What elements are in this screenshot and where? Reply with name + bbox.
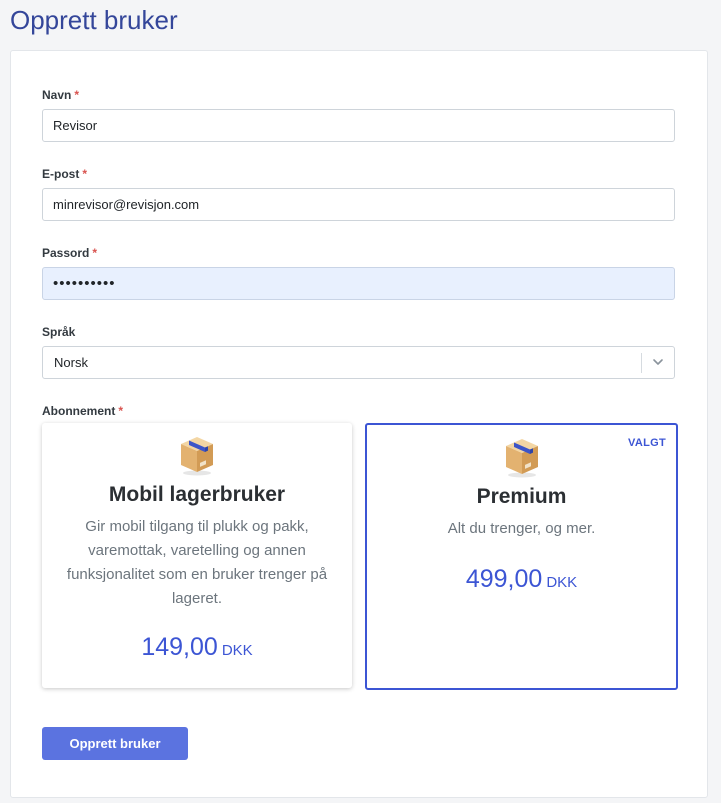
name-input[interactable] — [42, 109, 675, 142]
select-divider — [641, 353, 642, 373]
email-label: E-post * — [42, 167, 88, 181]
email-input[interactable] — [42, 188, 675, 221]
subscription-label: Abonnement * — [42, 404, 124, 418]
plan-price-amount: 499,00 — [465, 565, 543, 593]
create-user-button[interactable]: Opprett bruker — [42, 727, 188, 760]
required-marker: * — [92, 246, 98, 260]
plan-price-currency: DKK — [546, 574, 578, 591]
password-input[interactable] — [42, 267, 675, 300]
name-field-group: Navn * — [42, 87, 675, 142]
name-label: Navn * — [42, 88, 80, 102]
required-marker: * — [74, 88, 80, 102]
page-title: Opprett bruker — [10, 5, 178, 35]
password-label: Passord * — [42, 246, 98, 260]
plan-card-premium[interactable]: VALGT Premium Alt du trenger, og mer. 49… — [365, 423, 678, 690]
chevron-down-icon — [653, 359, 663, 365]
plan-price-currency: DKK — [221, 642, 253, 659]
language-field-group: Språk Norsk — [42, 324, 675, 379]
subscription-field-group: Abonnement * — [42, 403, 675, 419]
plan-price: 149,00 DKK — [42, 633, 352, 662]
plan-name: Premium — [476, 485, 567, 508]
required-marker: * — [82, 167, 88, 181]
selected-badge: VALGT — [628, 437, 666, 449]
plan-card-mobil-lagerbruker[interactable]: Mobil lagerbruker Gir mobil tilgang til … — [42, 423, 352, 688]
language-select[interactable]: Norsk — [42, 346, 675, 379]
subscription-plans: Mobil lagerbruker Gir mobil tilgang til … — [42, 423, 678, 691]
plan-price-amount: 149,00 — [141, 633, 218, 661]
language-label: Språk — [42, 325, 76, 339]
language-selected-value: Norsk — [54, 355, 88, 370]
required-marker: * — [118, 404, 124, 418]
plan-description: Gir mobil tilgang til plukk og pakk, var… — [66, 518, 328, 607]
create-user-form: Navn* E-post* Passord* Språk Norsk Abonn… — [10, 50, 708, 798]
password-field-group: Passord * — [42, 245, 675, 300]
plan-name: Mobil lagerbruker — [108, 483, 286, 506]
plan-price: 499,00 DKK — [367, 565, 676, 594]
plan-description: Alt du trenger, og mer. — [447, 520, 596, 537]
package-box-icon — [505, 439, 538, 478]
email-field-group: E-post * — [42, 166, 675, 221]
package-box-icon — [181, 437, 213, 476]
